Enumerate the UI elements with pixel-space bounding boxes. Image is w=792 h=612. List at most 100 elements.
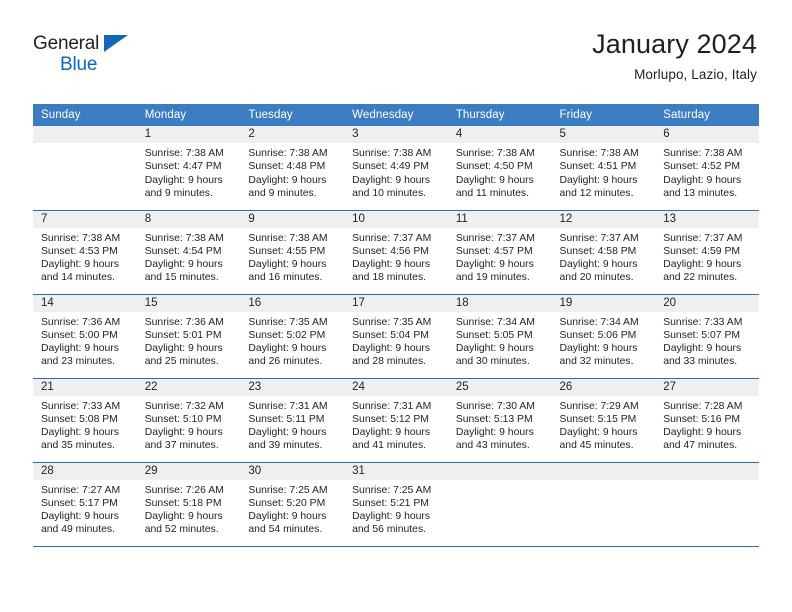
- day-number: 26: [551, 378, 656, 396]
- day-cell-inner: 5 Sunrise: 7:38 AM Sunset: 4:51 PM Daylight…: [551, 126, 656, 210]
- sunset-time: Sunset: 4:52 PM: [663, 161, 741, 173]
- sunset-time: Sunset: 4:57 PM: [455, 245, 533, 257]
- sunrise-time: Sunrise: 7:25 AM: [352, 484, 432, 496]
- calendar-day-cell[interactable]: 22 Sunrise: 7:32 AM Sunset: 5:10 PM Dayligh…: [136, 378, 241, 463]
- sunset-time: Sunset: 5:00 PM: [41, 329, 118, 341]
- daylight-duration-line2: and 28 minutes.: [352, 356, 427, 368]
- day-number: 9: [240, 210, 345, 228]
- calendar-day-cell[interactable]: 29 Sunrise: 7:26 AM Sunset: 5:18 PM Dayligh…: [136, 462, 241, 547]
- day-details: Sunrise: 7:37 AM Sunset: 4:57 PM Daylight:…: [448, 228, 552, 285]
- day-details: Sunrise: 7:31 AM Sunset: 5:12 PM Daylight:…: [344, 396, 448, 453]
- calendar-day-cell[interactable]: 16 Sunrise: 7:35 AM Sunset: 5:02 PM Dayligh…: [240, 294, 345, 379]
- calendar-day-cell[interactable]: 18 Sunrise: 7:34 AM Sunset: 5:05 PM Dayligh…: [447, 294, 552, 379]
- calendar-day-cell[interactable]: 9 Sunrise: 7:38 AM Sunset: 4:55 PM Daylight…: [240, 210, 345, 295]
- calendar-day-cell[interactable]: 4 Sunrise: 7:38 AM Sunset: 4:50 PM Daylight…: [447, 126, 552, 211]
- daylight-duration-line2: and 15 minutes.: [144, 272, 219, 284]
- day-number: 24: [344, 378, 448, 396]
- sunrise-time: Sunrise: 7:37 AM: [352, 232, 432, 244]
- day-cell-inner: 3 Sunrise: 7:38 AM Sunset: 4:49 PM Daylight…: [344, 126, 448, 210]
- sunset-time: Sunset: 5:08 PM: [41, 413, 118, 425]
- sunrise-time: Sunrise: 7:35 AM: [248, 316, 328, 328]
- day-cell-inner: 10 Sunrise: 7:37 AM Sunset: 4:56 PM Dayligh…: [344, 210, 448, 294]
- daylight-duration-line2: and 54 minutes.: [248, 524, 323, 536]
- day-details: Sunrise: 7:29 AM Sunset: 5:15 PM Daylight:…: [552, 396, 656, 453]
- calendar-day-cell[interactable]: 1 Sunrise: 7:38 AM Sunset: 4:47 PM Daylight…: [136, 126, 241, 211]
- day-details: Sunrise: 7:25 AM Sunset: 5:20 PM Daylight:…: [240, 480, 344, 537]
- sunset-time: Sunset: 5:18 PM: [144, 497, 222, 509]
- general-blue-logo[interactable]: General Blue: [33, 30, 128, 75]
- weekday-header-friday: Friday: [551, 104, 656, 126]
- calendar-day-cell[interactable]: 21 Sunrise: 7:33 AM Sunset: 5:08 PM Dayligh…: [33, 378, 137, 463]
- sunset-time: Sunset: 5:20 PM: [248, 497, 326, 509]
- day-number: 13: [655, 210, 759, 228]
- calendar-day-cell[interactable]: 31 Sunrise: 7:25 AM Sunset: 5:21 PM Dayligh…: [344, 462, 448, 547]
- day-number: 27: [655, 378, 759, 396]
- daylight-duration-line2: and 14 minutes.: [41, 272, 115, 284]
- calendar-day-cell[interactable]: 5 Sunrise: 7:38 AM Sunset: 4:51 PM Daylight…: [551, 126, 656, 211]
- sunrise-time: Sunrise: 7:38 AM: [248, 148, 328, 159]
- calendar-day-cell[interactable]: 30 Sunrise: 7:25 AM Sunset: 5:20 PM Dayligh…: [240, 462, 345, 547]
- sunrise-time: Sunrise: 7:34 AM: [455, 316, 535, 328]
- calendar-week-row: 7 Sunrise: 7:38 AM Sunset: 4:53 PM Daylight…: [33, 210, 759, 295]
- calendar-day-cell[interactable]: 7 Sunrise: 7:38 AM Sunset: 4:53 PM Daylight…: [33, 210, 137, 295]
- calendar-day-cell[interactable]: 2 Sunrise: 7:38 AM Sunset: 4:48 PM Daylight…: [240, 126, 345, 211]
- calendar-day-cell[interactable]: 14 Sunrise: 7:36 AM Sunset: 5:00 PM Dayligh…: [33, 294, 137, 379]
- daylight-duration-line2: and 47 minutes.: [663, 440, 738, 452]
- calendar-day-cell[interactable]: 15 Sunrise: 7:36 AM Sunset: 5:01 PM Dayligh…: [136, 294, 241, 379]
- calendar-day-cell[interactable]: 23 Sunrise: 7:31 AM Sunset: 5:11 PM Dayligh…: [240, 378, 345, 463]
- sunrise-time: Sunrise: 7:38 AM: [144, 232, 224, 244]
- calendar-day-cell[interactable]: 19 Sunrise: 7:34 AM Sunset: 5:06 PM Dayligh…: [551, 294, 656, 379]
- calendar-week-row: 1 Sunrise: 7:38 AM Sunset: 4:47 PM Daylight…: [33, 126, 759, 211]
- daylight-duration-line1: Daylight: 9 hours: [144, 427, 223, 439]
- day-cell-inner: [551, 462, 656, 546]
- sunrise-time: Sunrise: 7:38 AM: [455, 148, 535, 159]
- calendar-day-cell[interactable]: 8 Sunrise: 7:38 AM Sunset: 4:54 PM Daylight…: [136, 210, 241, 295]
- daylight-duration-line1: Daylight: 9 hours: [41, 427, 119, 439]
- sunset-time: Sunset: 5:21 PM: [352, 497, 429, 509]
- sunrise-time: Sunrise: 7:34 AM: [559, 316, 639, 328]
- daylight-duration-line1: Daylight: 9 hours: [248, 259, 327, 271]
- calendar-day-cell[interactable]: 6 Sunrise: 7:38 AM Sunset: 4:52 PM Daylight…: [655, 126, 759, 211]
- logo-text-blue: Blue: [60, 54, 98, 75]
- calendar-day-cell[interactable]: 26 Sunrise: 7:29 AM Sunset: 5:15 PM Dayligh…: [551, 378, 656, 463]
- day-details: Sunrise: 7:38 AM Sunset: 4:48 PM Daylight:…: [240, 143, 344, 200]
- day-details: Sunrise: 7:38 AM Sunset: 4:53 PM Daylight:…: [33, 228, 137, 285]
- day-details: Sunrise: 7:38 AM Sunset: 4:50 PM Daylight:…: [448, 143, 552, 200]
- calendar-day-cell[interactable]: 3 Sunrise: 7:38 AM Sunset: 4:49 PM Daylight…: [344, 126, 448, 211]
- daylight-duration-line2: and 26 minutes.: [248, 356, 323, 368]
- sunrise-time: Sunrise: 7:25 AM: [248, 484, 328, 496]
- calendar-day-cell[interactable]: 12 Sunrise: 7:37 AM Sunset: 4:58 PM Dayligh…: [551, 210, 656, 295]
- daylight-duration-line1: Daylight: 9 hours: [663, 259, 742, 271]
- calendar-page: General Blue January 2024 Morlupo, Lazio…: [0, 0, 792, 612]
- day-details: Sunrise: 7:25 AM Sunset: 5:21 PM Daylight:…: [344, 480, 448, 537]
- sunrise-time: Sunrise: 7:37 AM: [663, 232, 743, 244]
- daylight-duration-line1: Daylight: 9 hours: [352, 511, 431, 523]
- calendar-day-cell[interactable]: 25 Sunrise: 7:30 AM Sunset: 5:13 PM Dayligh…: [447, 378, 552, 463]
- page-title: January 2024: [592, 29, 757, 59]
- calendar-day-cell[interactable]: 20 Sunrise: 7:33 AM Sunset: 5:07 PM Dayligh…: [655, 294, 759, 379]
- calendar-day-cell[interactable]: 24 Sunrise: 7:31 AM Sunset: 5:12 PM Dayligh…: [344, 378, 448, 463]
- calendar-day-cell[interactable]: 13 Sunrise: 7:37 AM Sunset: 4:59 PM Dayligh…: [655, 210, 759, 295]
- sunset-time: Sunset: 5:04 PM: [352, 329, 429, 341]
- day-number: [551, 462, 656, 480]
- calendar-day-cell[interactable]: 17 Sunrise: 7:35 AM Sunset: 5:04 PM Dayligh…: [344, 294, 448, 379]
- day-details: Sunrise: 7:34 AM Sunset: 5:05 PM Daylight:…: [448, 312, 552, 369]
- calendar-day-cell-empty: [551, 462, 656, 547]
- daylight-duration-line2: and 33 minutes.: [663, 356, 738, 368]
- calendar-day-cell[interactable]: 27 Sunrise: 7:28 AM Sunset: 5:16 PM Dayligh…: [655, 378, 759, 463]
- day-cell-inner: 6 Sunrise: 7:38 AM Sunset: 4:52 PM Daylight…: [655, 126, 759, 210]
- sunrise-time: Sunrise: 7:37 AM: [559, 232, 639, 244]
- calendar-day-cell[interactable]: 28 Sunrise: 7:27 AM Sunset: 5:17 PM Dayligh…: [33, 462, 137, 547]
- daylight-duration-line1: Daylight: 9 hours: [248, 511, 327, 523]
- logo-text-general: General: [33, 33, 100, 54]
- day-number: [447, 462, 552, 480]
- daylight-duration-line2: and 37 minutes.: [144, 440, 219, 452]
- daylight-duration-line1: Daylight: 9 hours: [352, 427, 431, 439]
- weekday-header-tuesday: Tuesday: [240, 104, 345, 126]
- daylight-duration-line2: and 19 minutes.: [455, 272, 530, 284]
- calendar-day-cell[interactable]: 11 Sunrise: 7:37 AM Sunset: 4:57 PM Dayligh…: [447, 210, 552, 295]
- day-number: 25: [447, 378, 552, 396]
- calendar-day-cell-empty: [447, 462, 552, 547]
- sunrise-time: Sunrise: 7:33 AM: [41, 400, 121, 412]
- calendar-day-cell[interactable]: 10 Sunrise: 7:37 AM Sunset: 4:56 PM Dayligh…: [344, 210, 448, 295]
